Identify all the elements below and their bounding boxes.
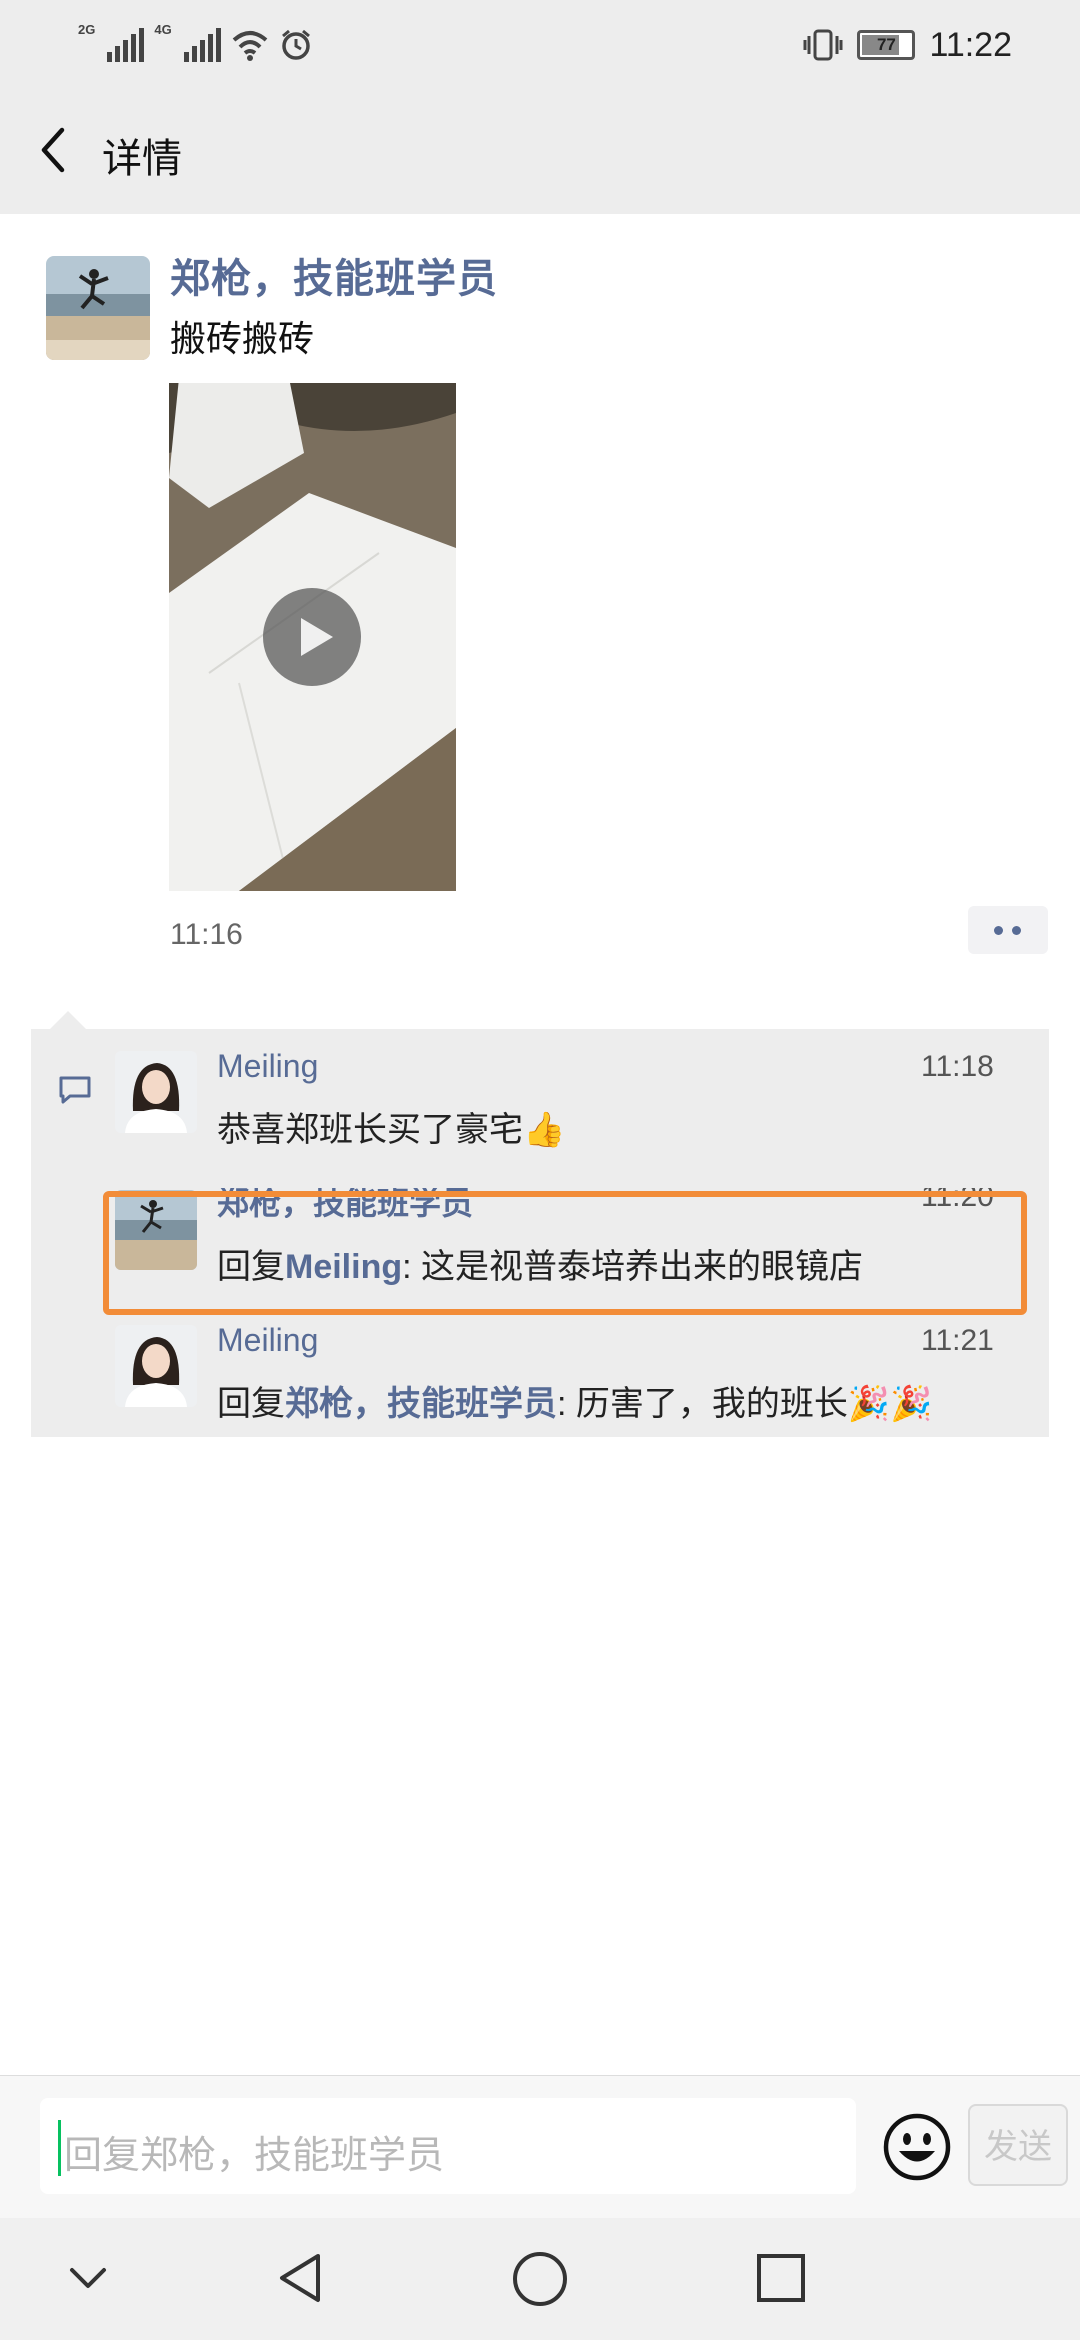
thumbs-up-icon: 👍 bbox=[523, 1111, 566, 1149]
status-time: 11:22 bbox=[929, 25, 1012, 64]
post-author-avatar[interactable] bbox=[46, 256, 150, 360]
chevron-left-icon[interactable] bbox=[30, 120, 80, 180]
chevron-down-icon[interactable] bbox=[66, 2258, 110, 2298]
reply-input-bar: 回复郑枪，技能班学员 发送 bbox=[0, 2075, 1080, 2219]
home-circle-icon[interactable] bbox=[511, 2250, 569, 2308]
nav-bar: 详情 bbox=[0, 90, 1080, 214]
sim1-label: 2G bbox=[78, 22, 96, 37]
play-icon[interactable] bbox=[263, 588, 361, 686]
comment-author[interactable]: Meiling bbox=[217, 1048, 318, 1085]
highlight-box bbox=[103, 1191, 1027, 1315]
recents-square-icon[interactable] bbox=[755, 2252, 807, 2304]
system-nav-bar bbox=[0, 2218, 1080, 2340]
text-cursor bbox=[58, 2120, 61, 2176]
reply-target[interactable]: 郑枪，技能班学员 bbox=[285, 1385, 557, 1423]
post-author-name[interactable]: 郑枪，技能班学员 bbox=[170, 246, 498, 304]
smiley-icon[interactable] bbox=[882, 2112, 952, 2182]
vibrate-icon bbox=[803, 29, 843, 61]
status-left: 2G 4G bbox=[78, 22, 313, 68]
comment-icon bbox=[59, 1076, 91, 1104]
comment-author[interactable]: Meiling bbox=[217, 1322, 318, 1359]
post-text: 搬砖搬砖 bbox=[170, 318, 315, 359]
comment-time: 11:21 bbox=[921, 1324, 994, 1357]
party-popper-icon: 🎉🎉 bbox=[847, 1385, 933, 1423]
post-time: 11:16 bbox=[170, 918, 243, 951]
comment-avatar-meiling[interactable] bbox=[115, 1051, 197, 1133]
reply-placeholder: 回复郑枪，技能班学员 bbox=[64, 2135, 445, 2177]
more-dots-icon[interactable] bbox=[968, 906, 1048, 954]
sim2-label: 4G bbox=[154, 22, 172, 37]
battery-icon: 77 bbox=[857, 30, 916, 60]
comment-time: 11:18 bbox=[921, 1050, 994, 1083]
signal-icon bbox=[107, 28, 145, 62]
back-triangle-icon[interactable] bbox=[272, 2250, 328, 2306]
battery-level: 77 bbox=[876, 35, 896, 54]
comment-text[interactable]: 恭喜郑班长买了豪宅👍 bbox=[217, 1102, 565, 1151]
send-button[interactable]: 发送 bbox=[968, 2104, 1068, 2186]
page-title: 详情 bbox=[102, 137, 182, 181]
alarm-icon bbox=[281, 29, 310, 60]
status-right: 77 11:22 bbox=[803, 20, 1012, 70]
comment-text[interactable]: 回复郑枪，技能班学员: 历害了，我的班长🎉🎉 bbox=[217, 1376, 933, 1425]
comments-caret bbox=[50, 1011, 86, 1029]
comment-avatar-meiling[interactable] bbox=[115, 1325, 197, 1407]
video-thumbnail[interactable] bbox=[169, 383, 456, 891]
status-bar: 2G 4G 77 11:22 bbox=[0, 0, 1080, 90]
reply-input[interactable]: 回复郑枪，技能班学员 bbox=[40, 2098, 856, 2194]
wifi-icon bbox=[232, 31, 268, 61]
signal-icon bbox=[183, 28, 221, 62]
